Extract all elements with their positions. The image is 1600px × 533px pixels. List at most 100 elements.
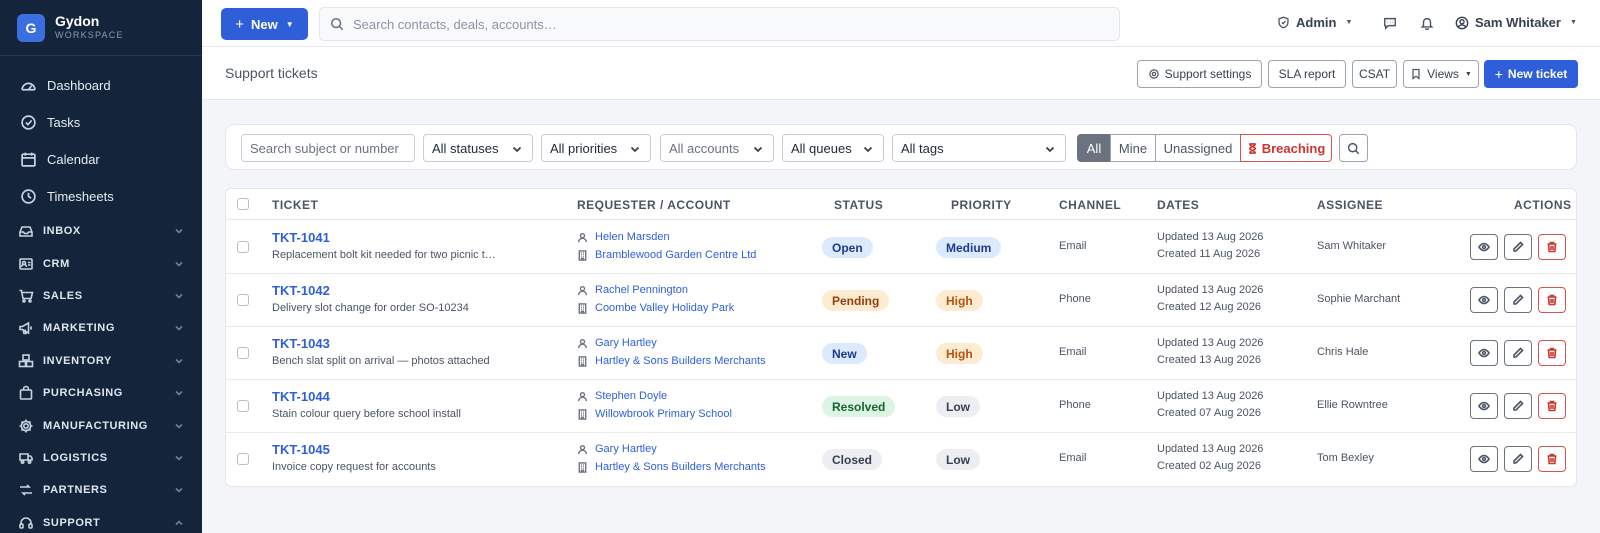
table-row[interactable]: TKT-1044 Stain colour query before schoo… — [226, 380, 1576, 433]
view-button[interactable] — [1470, 287, 1498, 313]
requester-name: Helen Marsden — [595, 231, 670, 243]
sidebar-section-partners[interactable]: PARTNERS — [0, 474, 202, 506]
sidebar-section-purchasing[interactable]: PURCHASING — [0, 377, 202, 409]
view-button[interactable] — [1470, 393, 1498, 419]
button-label: Views — [1427, 67, 1459, 81]
sidebar-section-crm[interactable]: CRM — [0, 247, 202, 279]
table-row[interactable]: TKT-1043 Bench slat split on arrival — p… — [226, 327, 1576, 380]
row-checkbox[interactable] — [237, 241, 249, 253]
table-row[interactable]: TKT-1045 Invoice copy request for accoun… — [226, 433, 1576, 486]
column-assignee[interactable]: ASSIGNEE — [1317, 198, 1383, 212]
chevron-down-icon — [175, 326, 183, 331]
global-search-input[interactable]: Search contacts, deals, accounts… — [319, 7, 1120, 41]
row-checkbox[interactable] — [237, 453, 249, 465]
account-name: Willowbrook Primary School — [595, 408, 732, 420]
sidebar-section-manufacturing[interactable]: MANUFACTURING — [0, 409, 202, 441]
account-link[interactable]: Bramblewood Garden Centre Ltd — [577, 249, 756, 261]
sidebar-section-sales[interactable]: SALES — [0, 280, 202, 312]
chevron-up-icon — [175, 520, 183, 525]
created-date: Created 12 Aug 2026 — [1157, 301, 1261, 313]
account-link[interactable]: Hartley & Sons Builders Merchants — [577, 461, 766, 473]
ticket-id-link[interactable]: TKT-1041 — [272, 230, 330, 245]
sidebar-section-inbox[interactable]: INBOX — [0, 215, 202, 247]
column-priority[interactable]: PRIORITY — [951, 198, 1012, 212]
sidebar-item-calendar[interactable]: Calendar — [0, 141, 202, 178]
row-checkbox[interactable] — [237, 347, 249, 359]
edit-button[interactable] — [1504, 287, 1532, 313]
view-button[interactable] — [1470, 234, 1498, 260]
tags-filter-select[interactable]: All tags — [892, 134, 1066, 162]
edit-button[interactable] — [1504, 393, 1532, 419]
ticket-id-link[interactable]: TKT-1045 — [272, 442, 330, 457]
requester-link[interactable]: Gary Hartley — [577, 443, 657, 455]
views-button[interactable]: Views ▼ — [1403, 60, 1479, 88]
row-checkbox[interactable] — [237, 400, 249, 412]
delete-button[interactable] — [1538, 393, 1566, 419]
column-dates[interactable]: DATES — [1157, 198, 1199, 212]
brand-subtitle: WORKSPACE — [55, 30, 124, 40]
priority-filter-select[interactable]: All priorities — [541, 134, 651, 162]
new-ticket-button[interactable]: + New ticket — [1484, 60, 1578, 88]
requester-link[interactable]: Rachel Pennington — [577, 284, 688, 296]
bell-icon[interactable] — [1420, 16, 1434, 30]
sla-report-button[interactable]: SLA report — [1268, 60, 1346, 88]
apply-search-button[interactable] — [1339, 134, 1368, 162]
csat-button[interactable]: CSAT — [1352, 60, 1397, 88]
column-channel[interactable]: CHANNEL — [1059, 198, 1121, 212]
delete-button[interactable] — [1538, 234, 1566, 260]
caret-down-icon: ▼ — [285, 19, 294, 29]
select-all-checkbox[interactable] — [237, 198, 249, 210]
delete-button[interactable] — [1538, 340, 1566, 366]
view-button[interactable] — [1470, 340, 1498, 366]
ticket-id-link[interactable]: TKT-1044 — [272, 389, 330, 404]
segment-mine[interactable]: Mine — [1110, 134, 1156, 162]
sidebar-section-support[interactable]: SUPPORT — [0, 507, 202, 533]
segment-unassigned[interactable]: Unassigned — [1155, 134, 1241, 162]
segment-all[interactable]: All — [1077, 134, 1111, 162]
delete-button[interactable] — [1538, 287, 1566, 313]
eye-icon — [1478, 295, 1490, 305]
table-row[interactable]: TKT-1042 Delivery slot change for order … — [226, 274, 1576, 327]
ticket-id-link[interactable]: TKT-1042 — [272, 283, 330, 298]
chat-icon[interactable] — [1383, 16, 1397, 30]
user-menu[interactable]: Sam Whitaker ▼ — [1455, 15, 1577, 30]
edit-button[interactable] — [1504, 446, 1532, 472]
ticket-search-input[interactable]: Search subject or number — [241, 134, 415, 162]
accounts-filter-select[interactable]: All accounts — [660, 134, 774, 162]
view-button[interactable] — [1470, 446, 1498, 472]
requester-link[interactable]: Gary Hartley — [577, 337, 657, 349]
column-ticket[interactable]: TICKET — [272, 198, 318, 212]
sidebar-item-dashboard[interactable]: Dashboard — [0, 67, 202, 104]
assignee-name: Chris Hale — [1317, 346, 1369, 358]
sidebar-section-marketing[interactable]: MARKETING — [0, 312, 202, 344]
priority-badge: High — [936, 290, 983, 311]
button-label: SLA report — [1278, 67, 1336, 81]
account-link[interactable]: Coombe Valley Holiday Park — [577, 302, 734, 314]
column-status[interactable]: STATUS — [834, 198, 883, 212]
requester-link[interactable]: Stephen Doyle — [577, 390, 667, 402]
requester-link[interactable]: Helen Marsden — [577, 231, 670, 243]
edit-button[interactable] — [1504, 340, 1532, 366]
queues-filter-select[interactable]: All queues — [782, 134, 884, 162]
role-menu[interactable]: Admin ▼ — [1277, 15, 1352, 30]
account-link[interactable]: Willowbrook Primary School — [577, 408, 732, 420]
delete-button[interactable] — [1538, 446, 1566, 472]
column-requester[interactable]: REQUESTER / ACCOUNT — [577, 198, 731, 212]
ticket-id-link[interactable]: TKT-1043 — [272, 336, 330, 351]
support-settings-button[interactable]: Support settings — [1137, 60, 1262, 88]
trash-icon — [1547, 294, 1557, 306]
status-filter-select[interactable]: All statuses — [423, 134, 533, 162]
new-button[interactable]: + New ▼ — [221, 8, 308, 40]
row-checkbox[interactable] — [237, 294, 249, 306]
sidebar-section-logistics[interactable]: LOGISTICS — [0, 442, 202, 474]
ticket-subject: Delivery slot change for order SO-10234 — [272, 302, 469, 314]
sidebar-section-inventory[interactable]: INVENTORY — [0, 345, 202, 377]
segment-breaching[interactable]: Breaching — [1240, 134, 1332, 162]
sidebar-item-timesheets[interactable]: Timesheets — [0, 178, 202, 215]
edit-button[interactable] — [1504, 234, 1532, 260]
sidebar-item-tasks[interactable]: Tasks — [0, 104, 202, 141]
table-row[interactable]: TKT-1041 Replacement bolt kit needed for… — [226, 221, 1576, 274]
updated-date: Updated 13 Aug 2026 — [1157, 443, 1264, 455]
account-link[interactable]: Hartley & Sons Builders Merchants — [577, 355, 766, 367]
brand[interactable]: G Gydon WORKSPACE — [0, 0, 202, 56]
